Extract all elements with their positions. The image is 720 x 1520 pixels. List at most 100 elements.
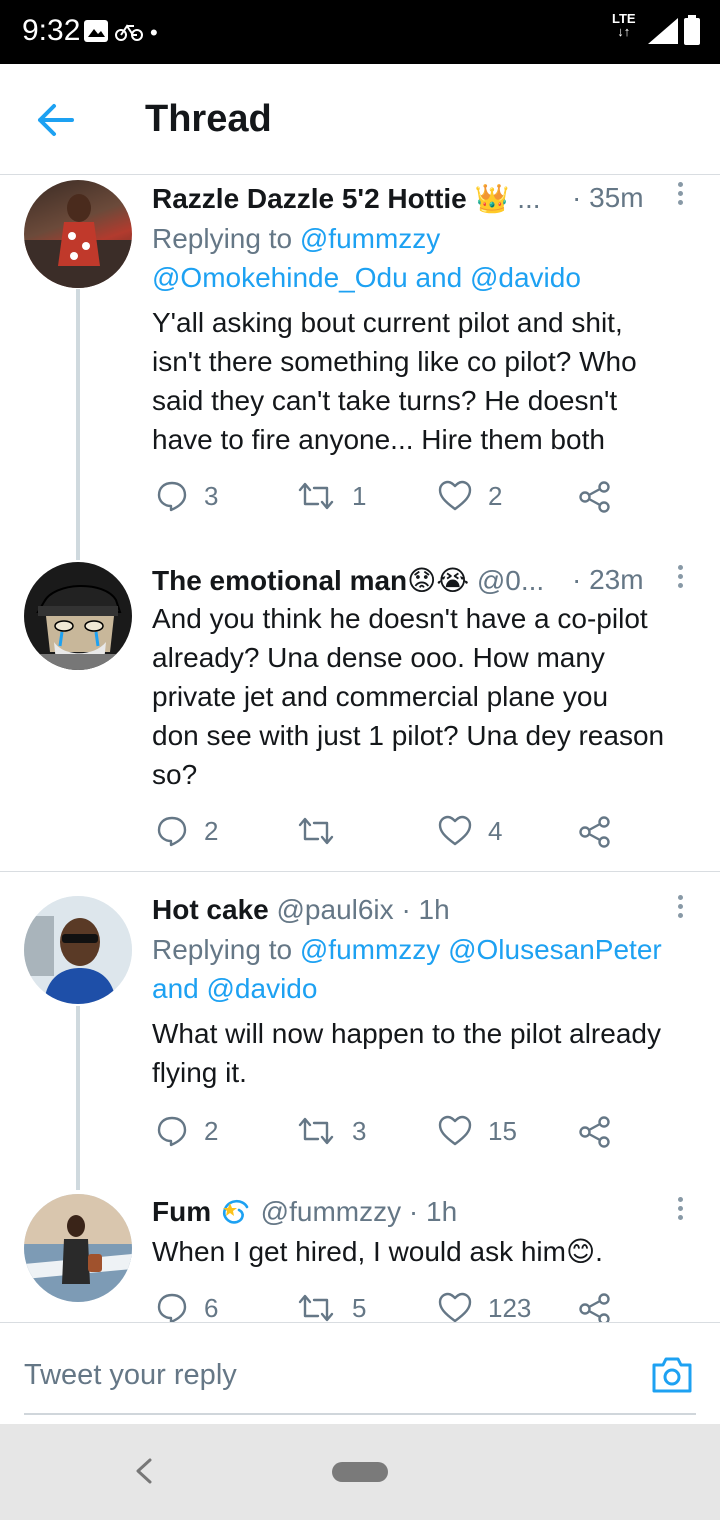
tweet-time: · 1h: [408, 1196, 458, 1227]
tweet-3[interactable]: Hot cake @paul6ix · 1h Replying to @fumm…: [0, 872, 720, 1190]
share-icon[interactable]: [578, 1292, 612, 1322]
reply-count: 6: [204, 1292, 219, 1323]
mention-link[interactable]: @davido: [470, 262, 581, 293]
comment-icon: [157, 1116, 187, 1147]
share-icon[interactable]: [578, 1115, 612, 1149]
more-vertical-icon[interactable]: [670, 179, 690, 209]
display-name[interactable]: The emotional man😟😭: [152, 565, 469, 596]
replying-to: Replying to @fummzzy @OlusesanPeter and …: [152, 930, 662, 1008]
tweet-header: Hot cake @paul6ix · 1h: [152, 894, 450, 926]
tweet-text-line: private jet and commercial plane you: [152, 681, 609, 712]
avatar[interactable]: [24, 1194, 132, 1302]
nav-back-icon[interactable]: [132, 1456, 156, 1486]
reply-action[interactable]: 2: [156, 1115, 218, 1147]
battery-icon: [684, 15, 700, 45]
comment-icon: [157, 816, 187, 847]
replying-and: and: [415, 262, 463, 293]
retweet-count: 5: [352, 1292, 367, 1323]
status-time: 9:32: [22, 14, 81, 47]
tweet-time: · 23m: [572, 564, 644, 595]
heart-icon: [438, 815, 472, 846]
handle[interactable]: @paul6ix: [277, 894, 394, 925]
tweet-text: Y'all asking bout current pilot and shit…: [152, 303, 637, 459]
heart-icon: [438, 480, 472, 511]
network-type: LTE ↓↑: [612, 11, 636, 39]
display-name[interactable]: Fum: [152, 1196, 211, 1227]
retweet-count: 3: [352, 1115, 367, 1146]
heart-icon: [438, 1292, 472, 1322]
retweet-count: 1: [352, 480, 367, 511]
share-icon[interactable]: [578, 815, 612, 849]
tweet-text: What will now happen to the pilot alread…: [152, 1014, 661, 1092]
notification-dot: •: [150, 20, 158, 45]
retweet-icon: [298, 817, 334, 845]
more-vertical-icon[interactable]: [670, 1194, 690, 1224]
like-action[interactable]: 15: [438, 1115, 517, 1147]
tweet-header: The emotional man😟😭 @0...: [152, 564, 544, 597]
more-vertical-icon[interactable]: [670, 562, 690, 592]
reply-action[interactable]: 6: [156, 1292, 218, 1322]
display-name[interactable]: Hot cake: [152, 894, 269, 925]
like-count: 2: [488, 480, 503, 511]
tweet-1[interactable]: Razzle Dazzle 5'2 Hottie 👑 ... · 35m Rep…: [0, 175, 720, 560]
handle[interactable]: @0...: [477, 565, 544, 596]
dizzy-emoji-icon: [222, 1199, 249, 1224]
replying-prefix: Replying to: [152, 223, 293, 254]
more-vertical-icon[interactable]: [670, 892, 690, 922]
tweet-header: Fum @fummzzy · 1h: [152, 1196, 457, 1228]
screenshot-icon: [84, 20, 108, 42]
heart-icon: [438, 1115, 472, 1146]
avatar[interactable]: [24, 562, 132, 670]
reply-action[interactable]: 2: [156, 815, 218, 847]
mention-link[interactable]: @Omokehinde_Odu: [152, 262, 408, 293]
thread-line: [76, 289, 80, 560]
tweet-text: When I get hired, I would ask him😊.: [152, 1232, 603, 1271]
comment-icon: [157, 481, 187, 512]
avatar-image: [24, 562, 132, 670]
camera-icon[interactable]: [650, 1355, 694, 1395]
retweet-icon: [298, 1294, 334, 1322]
tweet-text-line: have to fire anyone... Hire them both: [152, 424, 605, 455]
thread-line: [76, 1006, 80, 1190]
handle[interactable]: @fummzzy: [261, 1196, 401, 1227]
mention-link[interactable]: @fummzzy: [300, 934, 440, 965]
reply-input[interactable]: Tweet your reply: [24, 1359, 237, 1392]
thread-header: Thread: [0, 64, 720, 175]
like-action[interactable]: 2: [438, 480, 502, 512]
like-action[interactable]: 4: [438, 815, 502, 847]
mention-link[interactable]: @OlusesanPeter: [448, 934, 662, 965]
tweet-4[interactable]: Fum @fummzzy · 1h When I get hired, I wo…: [0, 1190, 720, 1322]
replying-to: Replying to @fummzzy @Omokehinde_Odu and…: [152, 219, 581, 297]
display-name[interactable]: Razzle Dazzle 5'2 Hottie 👑: [152, 183, 509, 214]
like-count: 4: [488, 815, 503, 846]
page-title: Thread: [145, 98, 272, 140]
avatar-image: [24, 1194, 132, 1302]
like-count: 123: [488, 1292, 532, 1323]
tweet-text-line: When I get hired, I would ask him😊.: [152, 1236, 603, 1267]
avatar[interactable]: [24, 896, 132, 1004]
mention-link[interactable]: @davido: [207, 973, 318, 1004]
avatar[interactable]: [24, 180, 132, 288]
like-action[interactable]: 123: [438, 1292, 531, 1322]
tweet-2[interactable]: The emotional man😟😭 @0... · 23m And you …: [0, 560, 720, 870]
retweet-action[interactable]: 5: [296, 1292, 366, 1322]
tweet-text-line: don see with just 1 pilot? Una dey reaso…: [152, 720, 665, 751]
retweet-action[interactable]: 3: [296, 1115, 366, 1147]
tweet-text-line: said they can't take turns? He doesn't: [152, 385, 618, 416]
tweet-text-line: isn't there something like co pilot? Who: [152, 346, 637, 377]
like-count: 15: [488, 1115, 517, 1146]
retweet-action[interactable]: 1: [296, 480, 366, 512]
avatar-image: [24, 896, 132, 1004]
reply-count: 3: [204, 480, 219, 511]
retweet-action[interactable]: [296, 815, 352, 847]
handle[interactable]: ...: [517, 183, 540, 214]
arrow-left-icon[interactable]: [36, 100, 76, 140]
bike-icon: [115, 24, 143, 41]
replying-prefix: Replying to: [152, 934, 293, 965]
reply-action[interactable]: 3: [156, 480, 218, 512]
replying-and: and: [152, 973, 199, 1004]
share-icon[interactable]: [578, 480, 612, 514]
tweet-time: · 1h: [401, 894, 450, 925]
nav-home-pill[interactable]: [332, 1462, 388, 1482]
mention-link[interactable]: @fummzzy: [300, 223, 440, 254]
